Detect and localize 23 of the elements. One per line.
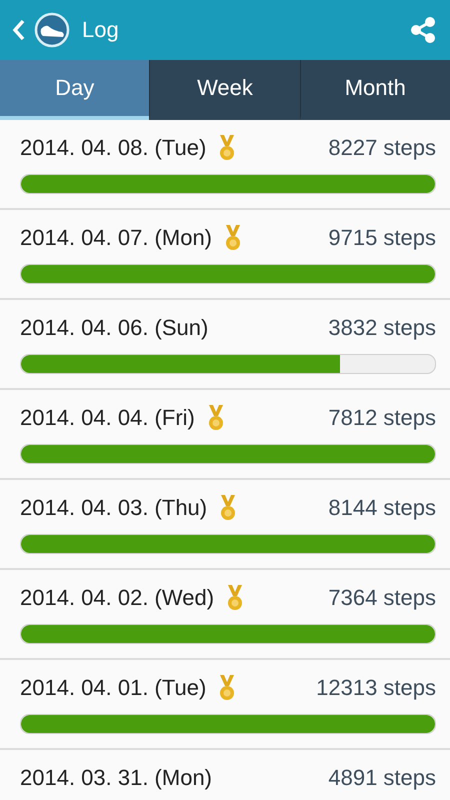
date-label: 2014. 04. 01. (Tue) xyxy=(20,675,206,701)
steps-count: 12313 steps xyxy=(316,675,436,701)
date-label: 2014. 03. 31. (Mon) xyxy=(20,765,212,791)
steps-count: 4891 steps xyxy=(328,765,436,791)
date-label: 2014. 04. 08. (Tue) xyxy=(20,135,206,161)
back-icon[interactable] xyxy=(12,19,26,41)
date-label: 2014. 04. 07. (Mon) xyxy=(20,225,212,251)
tab[interactable]: Week xyxy=(149,60,300,120)
steps-count: 3832 steps xyxy=(328,315,436,341)
shoe-logo-icon xyxy=(34,12,70,48)
steps-count: 7364 steps xyxy=(328,585,436,611)
steps-count: 7812 steps xyxy=(328,405,436,431)
tab[interactable]: Month xyxy=(300,60,450,120)
screen-title: Log xyxy=(82,17,120,43)
date-label: 2014. 04. 06. (Sun) xyxy=(20,315,208,341)
steps-count: 8144 steps xyxy=(328,495,436,521)
date-label: 2014. 04. 02. (Wed) xyxy=(20,585,214,611)
steps-count: 9715 steps xyxy=(328,225,436,251)
date-label: 2014. 04. 03. (Thu) xyxy=(20,495,208,521)
steps-count: 8227 steps xyxy=(328,135,436,161)
tab[interactable]: Day xyxy=(0,60,150,120)
date-label: 2014. 04. 04. (Fri) xyxy=(20,405,195,431)
share-icon[interactable] xyxy=(408,15,438,45)
